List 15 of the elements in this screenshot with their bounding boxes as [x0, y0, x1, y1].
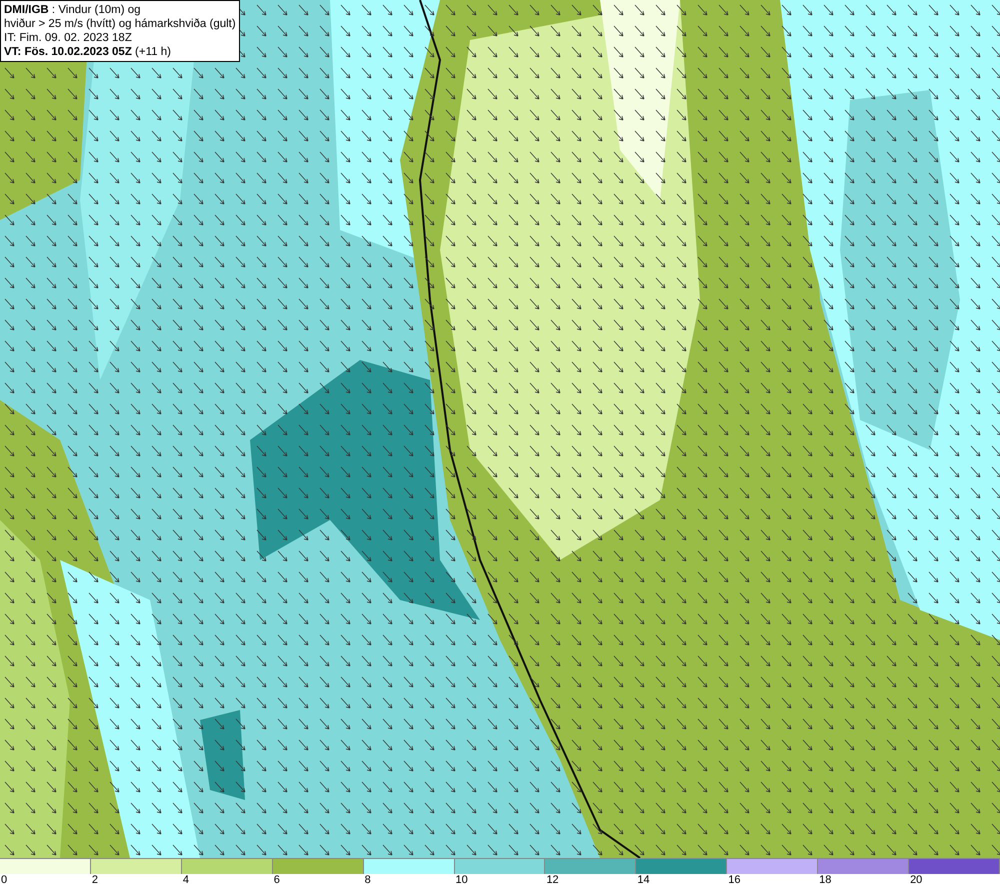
caption-line: VT: Fös. 10.02.2023 05Z (+11 h) [4, 45, 172, 59]
legend-label: 16 [727, 874, 740, 887]
caption-line: DMI/IGB : Vindur (10m) og [4, 3, 142, 17]
legend-label: 12 [545, 874, 559, 887]
legend-label: 4 [182, 874, 189, 887]
legend-label: 20 [909, 874, 922, 887]
legend-label: 6 [272, 874, 280, 887]
caption-line: IT: Fim. 09. 02. 2023 18Z [4, 31, 133, 45]
legend-label: 14 [636, 874, 650, 887]
legend-label: 10 [454, 874, 468, 887]
legend-label: 8 [364, 874, 371, 887]
legend-label: 18 [818, 874, 832, 887]
caption-line: hviður > 25 m/s (hvítt) og hámarkshviða (gult) [4, 17, 236, 31]
legend-label: 0 [0, 874, 8, 887]
legend-label: 2 [90, 874, 98, 887]
